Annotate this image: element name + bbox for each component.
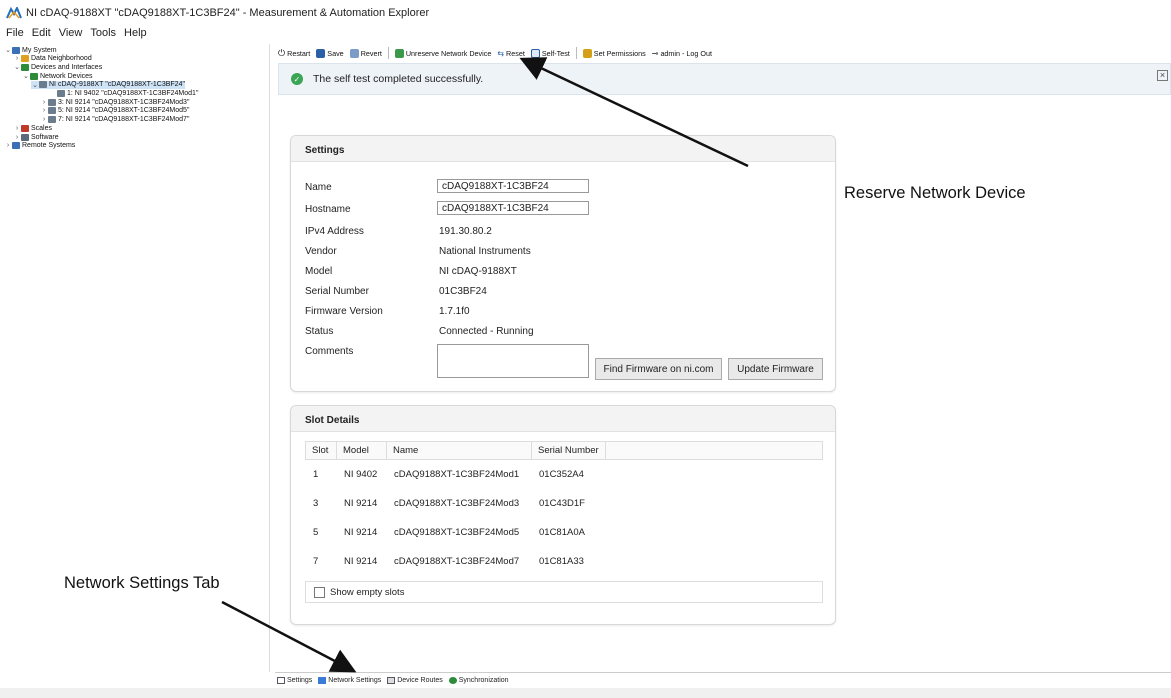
reserve-arrow (519, 57, 749, 168)
network-tab-arrow (221, 600, 357, 673)
annotation-arrows (221, 57, 749, 673)
